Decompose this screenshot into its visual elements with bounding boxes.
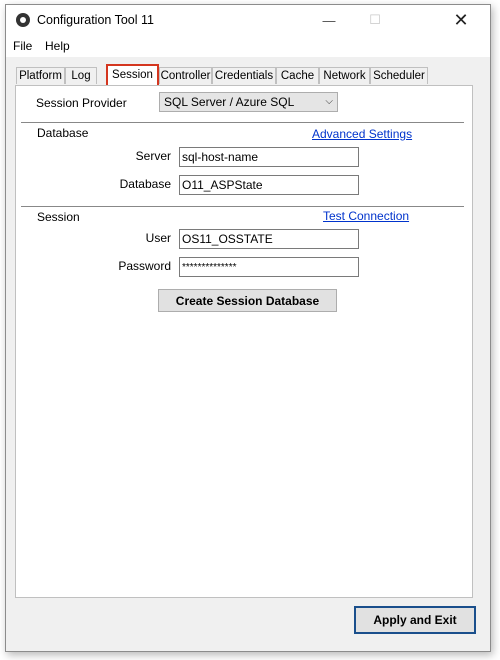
- session-section-title: Session: [37, 210, 80, 224]
- database-section-title: Database: [37, 126, 89, 140]
- tab-controller[interactable]: Controller: [159, 67, 212, 84]
- menu-bar: File Help: [6, 35, 490, 57]
- tab-scheduler[interactable]: Scheduler: [370, 67, 428, 84]
- menu-help[interactable]: Help: [45, 39, 70, 53]
- password-label: Password: [118, 259, 171, 273]
- apply-and-exit-button[interactable]: Apply and Exit: [354, 606, 476, 634]
- window-title: Configuration Tool 11: [37, 13, 154, 27]
- maximize-button[interactable]: ☐: [352, 5, 398, 35]
- session-provider-label: Session Provider: [36, 96, 127, 110]
- chevron-down-icon: ⌵: [325, 96, 333, 107]
- test-connection-link[interactable]: Test Connection: [323, 209, 409, 223]
- menu-file[interactable]: File: [13, 39, 32, 53]
- database-separator: [21, 122, 464, 123]
- user-label: User: [145, 231, 171, 245]
- server-input[interactable]: [179, 147, 359, 167]
- server-label: Server: [135, 149, 171, 163]
- tab-session[interactable]: Session: [106, 64, 159, 85]
- database-input[interactable]: [179, 175, 359, 195]
- advanced-settings-link[interactable]: Advanced Settings: [312, 127, 412, 141]
- close-button[interactable]: ✕: [438, 5, 484, 35]
- tab-credentials[interactable]: Credentials: [212, 67, 276, 84]
- password-input[interactable]: [179, 257, 359, 277]
- tab-platform[interactable]: Platform: [16, 67, 65, 84]
- user-input[interactable]: [179, 229, 359, 249]
- tab-network[interactable]: Network: [319, 67, 370, 84]
- tab-strip: Platform Log Session Controller Credenti…: [6, 63, 490, 85]
- app-icon: [16, 13, 30, 27]
- tab-log[interactable]: Log: [65, 67, 97, 84]
- minimize-button[interactable]: —: [306, 5, 352, 35]
- create-session-database-button[interactable]: Create Session Database: [158, 289, 337, 312]
- session-provider-value: SQL Server / Azure SQL: [164, 95, 295, 109]
- session-panel: Session Provider SQL Server / Azure SQL …: [15, 85, 473, 598]
- tab-cache[interactable]: Cache: [276, 67, 319, 84]
- title-bar: Configuration Tool 11 — ☐ ✕: [6, 5, 490, 35]
- session-provider-select[interactable]: SQL Server / Azure SQL ⌵: [159, 92, 338, 112]
- session-separator: [21, 206, 464, 207]
- database-label: Database: [119, 177, 171, 191]
- config-window: Configuration Tool 11 — ☐ ✕ File Help Pl…: [5, 4, 491, 652]
